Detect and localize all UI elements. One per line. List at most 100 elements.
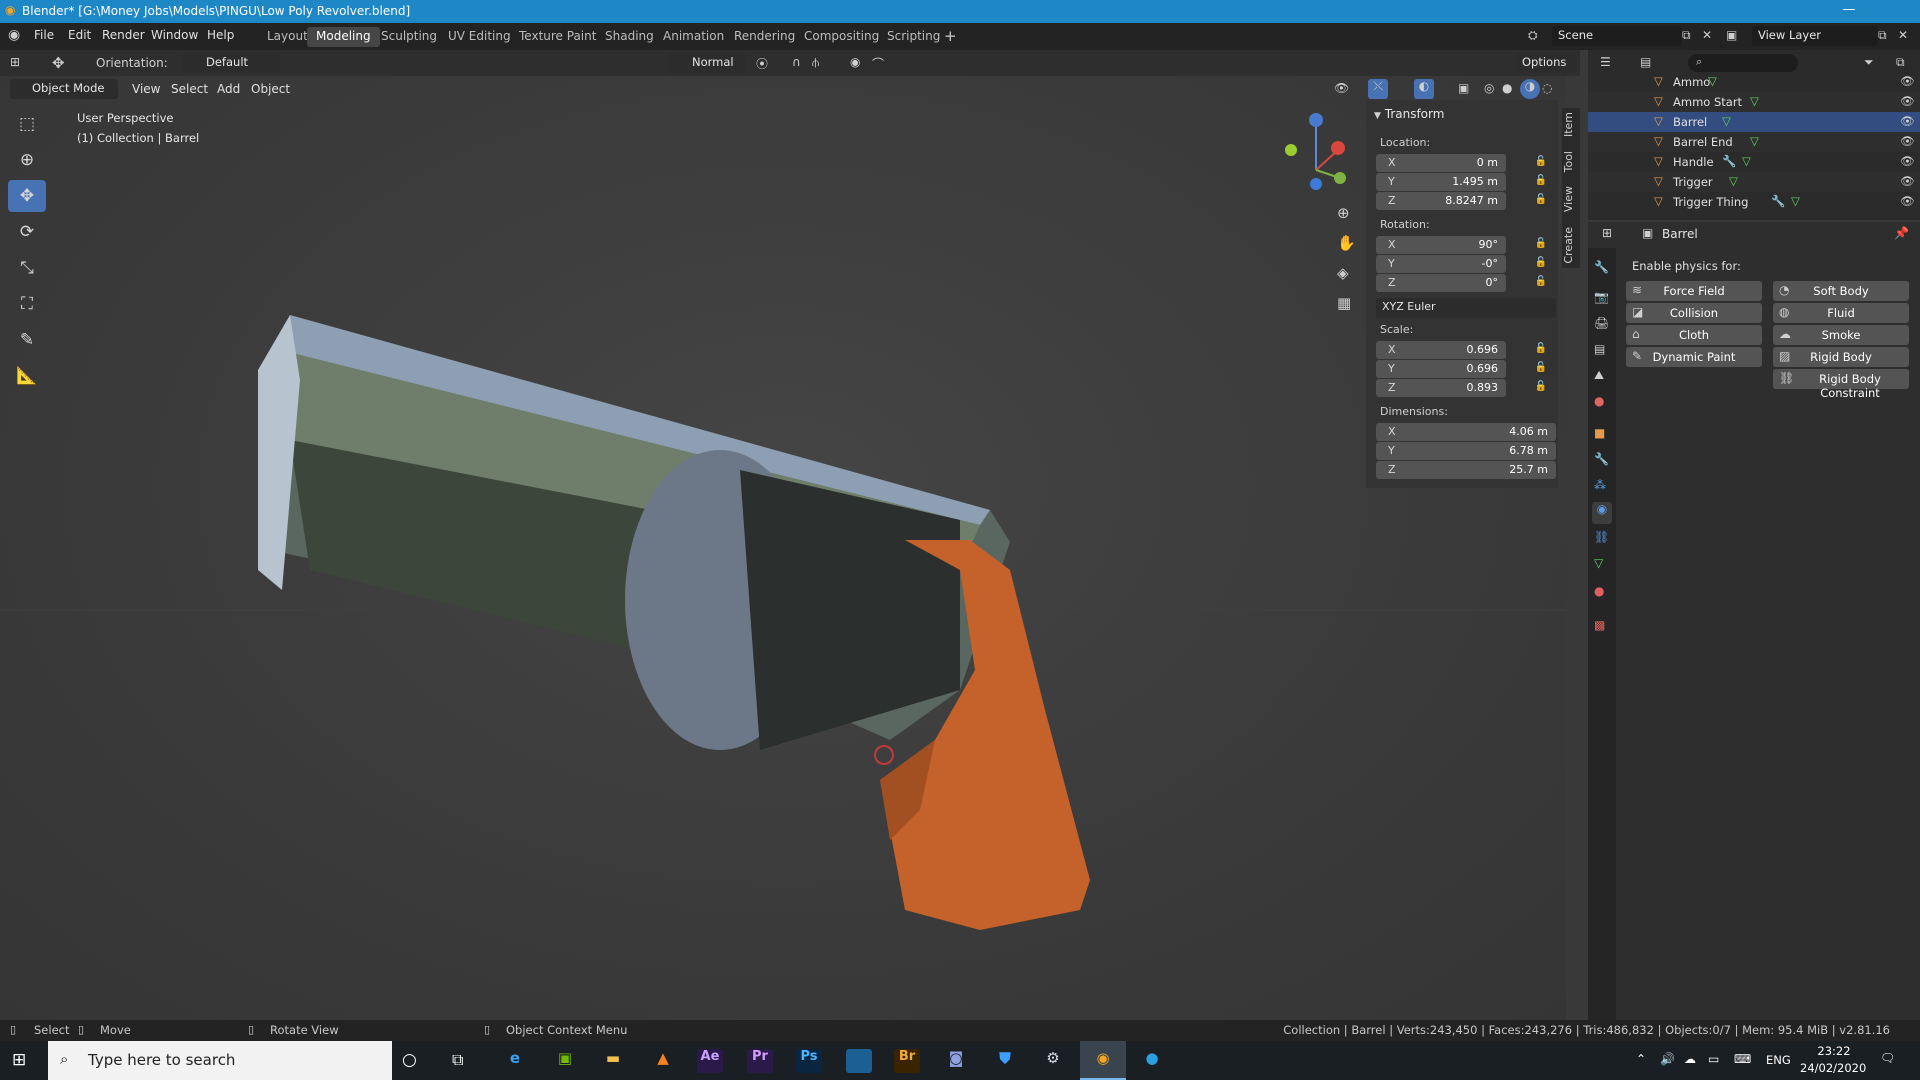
rendered-shading-icon[interactable]: ◌ xyxy=(1542,81,1552,95)
rotation-z-field[interactable]: Z 0° xyxy=(1376,274,1506,292)
pivot-dropdown[interactable]: Normal xyxy=(668,53,746,73)
filter-icon[interactable]: ⏷ xyxy=(1864,55,1874,70)
windows-start-icon[interactable]: ⊞ xyxy=(12,1050,26,1070)
rigid-body-constraint-button[interactable]: ⛓ Rigid Body Constraint xyxy=(1773,369,1909,400)
outliner-item[interactable]: ▽ Ammo ▽ 👁 xyxy=(1588,72,1920,92)
transform-tool[interactable]: ⛶ xyxy=(8,288,46,320)
scale-tool[interactable]: ⤡ xyxy=(8,252,46,284)
transform-header[interactable]: ▼ Transform xyxy=(1374,107,1444,121)
discord-icon[interactable]: ◙ xyxy=(943,1049,969,1073)
visibility-eye-icon[interactable]: 👁 xyxy=(1900,194,1915,208)
mesh-data-icon[interactable]: ▽ xyxy=(1750,134,1759,148)
rigid-body-button[interactable]: ▨ Rigid Body xyxy=(1773,347,1909,367)
nvidia-icon[interactable]: ▣ xyxy=(552,1049,578,1073)
view-layer-tab-icon[interactable]: ▤ xyxy=(1594,342,1605,356)
keyboard-icon[interactable]: ⌨ xyxy=(1734,1052,1751,1066)
tool-tab-icon[interactable]: 🔧 xyxy=(1594,260,1609,274)
app-icon[interactable] xyxy=(846,1049,872,1073)
proportional-edit-icon[interactable]: ◉ xyxy=(850,55,860,69)
mode-dropdown[interactable]: Object Mode xyxy=(10,79,118,99)
soft-body-button[interactable]: ◔ Soft Body xyxy=(1773,281,1909,301)
view-layer-icon[interactable]: ▣ xyxy=(1726,28,1737,42)
lock-icon[interactable]: 🔓 xyxy=(1534,381,1548,395)
physics-tab-icon[interactable]: ◉ xyxy=(1592,502,1612,524)
task-view-icon[interactable]: ⧉ xyxy=(452,1050,463,1070)
zoom-icon[interactable]: ⊕ xyxy=(1337,204,1350,222)
tab-compositing[interactable]: Compositing xyxy=(795,27,888,47)
texture-tab-icon[interactable]: ▩ xyxy=(1594,618,1605,632)
new-view-layer-icon[interactable]: ⧉ xyxy=(1878,28,1887,43)
menu-add[interactable]: Add xyxy=(217,82,240,96)
outliner-item[interactable]: 🔧 ▽ Trigger Thing ▽ 👁 xyxy=(1588,192,1920,212)
tab-view[interactable]: View xyxy=(1562,186,1575,212)
dimensions-z-field[interactable]: Z 25.7 m xyxy=(1376,461,1556,479)
gizmo-toggle-icon[interactable]: ⤬ xyxy=(1368,79,1388,99)
falloff-icon[interactable]: ⌒ xyxy=(872,55,884,72)
gizmo-z[interactable] xyxy=(1309,113,1323,127)
modifier-tab-icon[interactable]: 🔧 xyxy=(1594,452,1609,466)
tab-create[interactable]: Create xyxy=(1562,227,1575,264)
visibility-eye-icon[interactable]: 👁 xyxy=(1900,94,1915,108)
measure-tool[interactable]: 📐 xyxy=(8,360,46,392)
add-workspace-icon[interactable]: + xyxy=(944,27,957,45)
clock-time[interactable]: 23:22 xyxy=(1814,1044,1854,1058)
outliner-item[interactable]: 🔧 ▽ Handle ▽ 👁 xyxy=(1588,152,1920,172)
scene-icon[interactable]: ⛭ xyxy=(1528,28,1538,43)
particles-tab-icon[interactable]: ⁂ xyxy=(1594,478,1606,492)
location-z-field[interactable]: Z 8.8247 m xyxy=(1376,192,1506,210)
menu-help[interactable]: Help xyxy=(207,28,234,42)
tab-item[interactable]: Item xyxy=(1562,112,1575,137)
tab-tool[interactable]: Tool xyxy=(1562,151,1575,172)
pin-icon[interactable]: 📌 xyxy=(1894,226,1909,240)
outliner-item[interactable]: ▽ Barrel ▽ 👁 xyxy=(1588,112,1920,132)
magnet-icon[interactable]: ∩ xyxy=(792,55,801,69)
solid-shading-icon[interactable]: ● xyxy=(1502,81,1512,95)
output-tab-icon[interactable]: 🖨 xyxy=(1594,316,1609,330)
move-tool[interactable]: ✥ xyxy=(8,180,46,212)
menu-edit[interactable]: Edit xyxy=(68,28,91,42)
scale-z-field[interactable]: Z 0.893 xyxy=(1376,379,1506,397)
scale-x-field[interactable]: X 0.696 xyxy=(1376,341,1506,359)
gizmo-neg-y[interactable] xyxy=(1285,144,1297,156)
blender-taskbar-icon[interactable]: ◉ xyxy=(1080,1041,1126,1080)
gizmo-neg-z[interactable] xyxy=(1310,178,1322,190)
collision-button[interactable]: ◪ Collision xyxy=(1626,303,1762,323)
visibility-eye-icon[interactable]: 👁 xyxy=(1900,154,1915,168)
transform-gizmo-icon[interactable]: ✥ xyxy=(52,54,65,72)
menu-object[interactable]: Object xyxy=(251,82,290,96)
visibility-icon[interactable]: 👁 xyxy=(1334,81,1349,95)
3d-viewport[interactable]: ⊕ ✋ ◈ ▦ xyxy=(0,50,1566,1020)
outliner-type-icon[interactable]: ☰ xyxy=(1600,55,1611,69)
file-explorer-icon[interactable]: ▬ xyxy=(600,1049,626,1073)
steam-icon[interactable]: ⚙ xyxy=(1040,1049,1066,1073)
app-circle-icon[interactable]: ● xyxy=(1139,1049,1165,1073)
tab-shading[interactable]: Shading xyxy=(596,27,663,47)
lock-icon[interactable]: 🔓 xyxy=(1534,343,1548,357)
material-shading-icon[interactable]: ◑ xyxy=(1520,79,1540,99)
dynamic-paint-button[interactable]: ✎ Dynamic Paint xyxy=(1626,347,1762,367)
modifier-icon[interactable]: 🔧 xyxy=(1722,154,1736,168)
location-x-field[interactable]: X 0 m xyxy=(1376,154,1506,172)
network-icon[interactable]: ▭ xyxy=(1708,1052,1719,1066)
menu-select[interactable]: Select xyxy=(171,82,208,96)
mesh-data-icon[interactable]: ▽ xyxy=(1729,174,1738,188)
premiere-icon[interactable]: Pr xyxy=(747,1049,773,1073)
tab-uv-editing[interactable]: UV Editing xyxy=(439,27,520,47)
lock-icon[interactable]: 🔓 xyxy=(1534,257,1548,271)
scale-y-field[interactable]: Y 0.696 xyxy=(1376,360,1506,378)
scene-tab-icon[interactable]: ⛰ xyxy=(1594,368,1604,383)
visibility-eye-icon[interactable]: 👁 xyxy=(1900,174,1915,188)
orientation-dropdown[interactable]: Default xyxy=(182,53,280,73)
location-y-field[interactable]: Y 1.495 m xyxy=(1376,173,1506,191)
delete-view-layer-icon[interactable]: ✕ xyxy=(1898,28,1908,42)
taskbar-search[interactable]: ⌕ Type here to search xyxy=(48,1041,392,1080)
menu-render[interactable]: Render xyxy=(102,28,145,42)
after-effects-icon[interactable]: Ae xyxy=(697,1049,723,1073)
outliner-item[interactable]: ▽ Trigger ▽ 👁 xyxy=(1588,172,1920,192)
render-tab-icon[interactable]: 📷 xyxy=(1594,290,1609,304)
wireframe-shading-icon[interactable]: ◎ xyxy=(1484,81,1494,95)
onedrive-icon[interactable]: ☁ xyxy=(1684,1052,1696,1066)
photoshop-icon[interactable]: Ps xyxy=(796,1049,822,1073)
mesh-data-icon[interactable]: ▽ xyxy=(1742,154,1751,168)
display-mode-icon[interactable]: ▤ xyxy=(1640,55,1651,69)
